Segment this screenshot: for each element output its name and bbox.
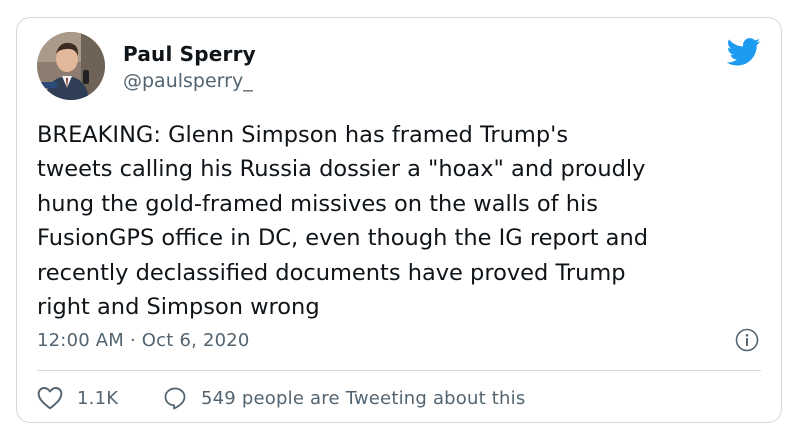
tweet-text-line: right and Simpson wrong <box>37 294 320 321</box>
tweet-text-line: recently declassified documents have pro… <box>37 259 626 286</box>
tweet-text-line: tweets calling his Russia dossier a "hoa… <box>37 156 646 183</box>
author-name[interactable]: Paul Sperry <box>123 42 256 66</box>
tweet-text: BREAKING: Glenn Simpson has framed Trump… <box>37 118 767 324</box>
tweet-text-line: BREAKING: Glenn Simpson has framed Trump… <box>37 122 569 148</box>
divider <box>37 370 761 371</box>
heart-icon <box>37 387 63 410</box>
info-icon[interactable] <box>735 328 759 352</box>
conversation-text: 549 people are Tweeting about this <box>201 387 526 409</box>
avatar-photo-icon <box>37 32 105 100</box>
tweet-text-line: hung the gold-framed missives on the wal… <box>37 190 598 217</box>
likes-count: 1.1K <box>77 387 119 409</box>
tweet-card[interactable]: Paul Sperry @paulsperry_ BREAKING: Glenn… <box>16 17 782 423</box>
conversation-link[interactable]: 549 people are Tweeting about this <box>163 386 525 410</box>
speech-bubble-icon <box>164 387 186 410</box>
author-handle[interactable]: @paulsperry_ <box>123 70 253 92</box>
twitter-bird-icon[interactable] <box>727 38 761 66</box>
tweet-text-line: FusionGPS office in DC, even though the … <box>37 225 649 252</box>
tweet-timestamp[interactable]: 12:00 AM · Oct 6, 2020 <box>37 330 250 351</box>
like-button[interactable]: 1.1K <box>37 386 118 410</box>
avatar[interactable] <box>37 32 105 100</box>
